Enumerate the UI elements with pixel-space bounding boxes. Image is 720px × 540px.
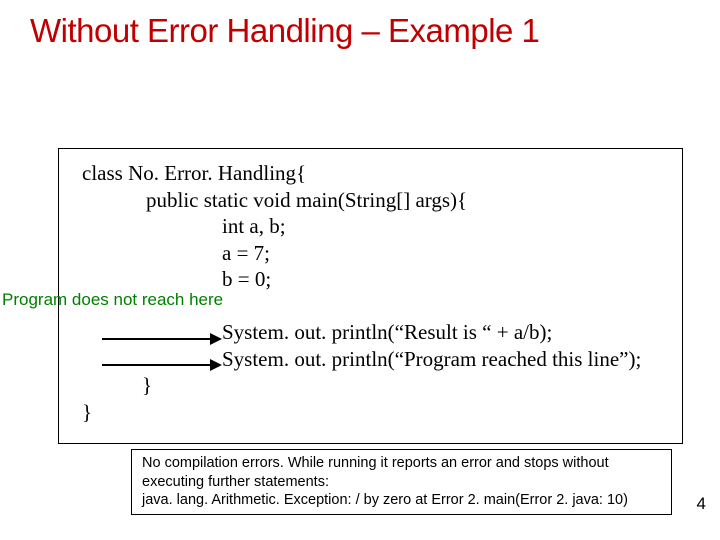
code-line: } (82, 399, 641, 426)
annotation-text: Program does not reach here (2, 290, 223, 310)
note-line: executing further statements: (142, 473, 665, 492)
note-line: No compilation errors. While running it … (142, 454, 665, 473)
code-line: System. out. println(“Result is “ + a/b)… (222, 319, 641, 346)
code-line: public static void main(String[] args){ (146, 187, 641, 214)
code-line: class No. Error. Handling{ (82, 161, 306, 185)
code-line: int a, b; (222, 213, 641, 240)
arrow-icon (102, 364, 220, 366)
code-line: b = 0; (222, 266, 641, 293)
note-box: No compilation errors. While running it … (131, 449, 672, 515)
slide-title: Without Error Handling – Example 1 (30, 12, 539, 50)
code-line: a = 7; (222, 240, 641, 267)
code-line: System. out. println(“Program reached th… (222, 346, 641, 373)
code-line: } (142, 372, 641, 399)
note-line: java. lang. Arithmetic. Exception: / by … (142, 491, 665, 510)
arrow-icon (102, 338, 220, 340)
slide-number: 4 (697, 494, 706, 514)
